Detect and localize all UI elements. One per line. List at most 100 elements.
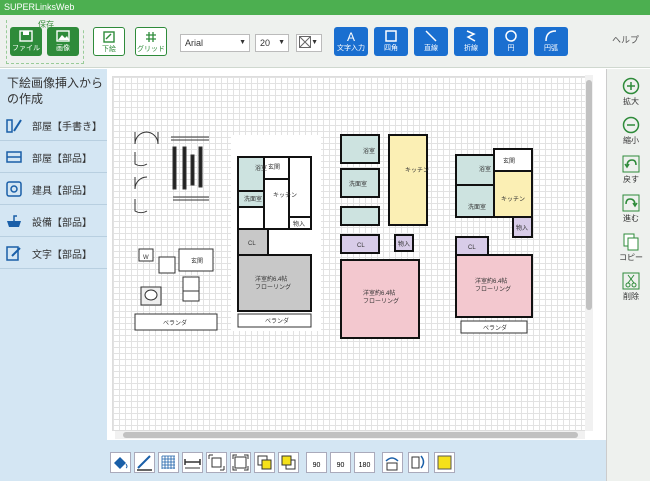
rotate-right-icon: 90 — [336, 462, 345, 469]
flip-vertical-button[interactable] — [382, 452, 403, 473]
resize-button[interactable] — [206, 452, 227, 473]
paint-bucket-icon — [114, 457, 128, 469]
size-select[interactable]: 20 ▼ — [255, 34, 289, 52]
sidebar-item-room-parts[interactable]: 部屋【部品】 — [0, 141, 107, 173]
rotate-left-90-button[interactable]: 90 — [306, 452, 327, 473]
fill-color-select[interactable]: ▼ — [296, 34, 322, 52]
zoom-in-button[interactable]: 拡大 — [613, 77, 649, 113]
floor-plan-finished[interactable] — [455, 148, 533, 334]
grid-button-label: グリッド — [137, 46, 165, 53]
western-room-label: 洋室約6.4帖 — [475, 277, 507, 285]
dimension-button[interactable] — [182, 452, 203, 473]
font-select[interactable]: Arial ▼ — [180, 34, 250, 52]
scrollbar-thumb[interactable] — [123, 432, 578, 438]
kitchen-label: キッチン — [501, 196, 525, 203]
line-icon — [425, 30, 437, 42]
image-icon — [56, 30, 70, 42]
w-label: W — [143, 255, 149, 261]
rotate-right-90-button[interactable]: 90 — [330, 452, 351, 473]
pattern-button[interactable] — [158, 452, 179, 473]
flip-horizontal-button[interactable] — [408, 452, 429, 473]
sidebar-item-label: 部屋【部品】 — [32, 154, 92, 165]
image-button[interactable]: 画像 — [47, 27, 79, 56]
file-button[interactable]: ファイル — [10, 27, 42, 56]
file-button-label: ファイル — [12, 45, 40, 52]
entrance-label: 玄関 — [191, 257, 203, 265]
square-button-label: 四角 — [384, 45, 398, 52]
flip-horizontal-icon — [411, 455, 425, 469]
horizontal-scrollbar[interactable] — [115, 431, 585, 439]
delete-label: 削除 — [623, 292, 639, 301]
text-input-button[interactable]: A 文字入力 — [334, 27, 368, 56]
copy-label: コピー — [619, 253, 643, 262]
grid-pattern-icon — [161, 455, 175, 469]
balcony-label: ベランダ — [265, 317, 289, 325]
line-button-label: 直線 — [424, 45, 438, 52]
redo-label: 進む — [623, 214, 639, 223]
delete-button[interactable]: 削除 — [613, 272, 649, 308]
color-swatch-icon — [437, 455, 452, 470]
send-back-button[interactable] — [278, 452, 299, 473]
bring-front-icon — [257, 455, 272, 470]
polyline-icon — [466, 30, 476, 42]
equipment-parts-palette[interactable] — [134, 248, 218, 331]
balcony-label: ベランダ — [163, 319, 187, 327]
closet-label: CL — [468, 245, 476, 251]
floor-plan-parts[interactable] — [340, 134, 428, 339]
drawing-area: W 玄関 ベランダ 浴室 玄関 洗面室 キッチン 物入 CL 洋室約6.4帖 フ… — [107, 69, 606, 440]
line-button[interactable]: 直線 — [414, 27, 448, 56]
floor-plan-canvas[interactable]: W 玄関 ベランダ 浴室 玄関 洗面室 キッチン 物入 CL 洋室約6.4帖 フ… — [112, 76, 592, 431]
undo-button[interactable]: 戻す — [613, 155, 649, 191]
balcony-label: ベランダ — [483, 324, 507, 332]
sidebar-item-room-handwritten[interactable]: 部屋【手書き】 — [0, 109, 107, 141]
arc-button[interactable]: 円弧 — [534, 27, 568, 56]
send-back-icon — [281, 455, 296, 470]
redo-button[interactable]: 進む — [613, 194, 649, 230]
floor-plan-drawing: W 玄関 ベランダ 浴室 玄関 洗面室 キッチン 物入 CL 洋室約6.4帖 フ… — [134, 131, 533, 339]
bottom-toolbar: 90 90 180 — [107, 440, 606, 481]
save-icon — [19, 30, 33, 42]
fill-bucket-button[interactable] — [110, 452, 131, 473]
text-input-button-label: 文字入力 — [337, 45, 365, 52]
sidebar-item-equipment-parts[interactable]: 設備【部品】 — [0, 205, 107, 237]
circle-button[interactable]: 円 — [494, 27, 528, 56]
rotate-left-icon: 90 — [312, 462, 321, 469]
rotate-180-button[interactable]: 180 — [354, 452, 375, 473]
resize-icon — [208, 454, 225, 471]
vertical-scrollbar[interactable] — [585, 75, 593, 431]
line-color-button[interactable] — [134, 452, 155, 473]
underlay-button[interactable]: 下絵 — [93, 27, 125, 56]
washroom-label: 洗面室 — [244, 195, 262, 203]
grid-button[interactable]: グリッド — [135, 27, 167, 56]
bring-front-button[interactable] — [254, 452, 275, 473]
square-button[interactable]: 四角 — [374, 27, 408, 56]
square-icon — [385, 30, 397, 42]
copy-button[interactable]: コピー — [613, 233, 649, 269]
color-button[interactable] — [434, 452, 455, 473]
sidebar-item-text-parts[interactable]: 文字【部品】 — [0, 237, 107, 269]
entrance-label: 玄関 — [503, 157, 515, 165]
zoom-out-button[interactable]: 縮小 — [613, 116, 649, 152]
kitchen-label: キッチン — [273, 192, 297, 199]
no-fill-icon — [298, 35, 312, 49]
entrance-label: 玄関 — [268, 163, 280, 171]
zoom-out-icon — [622, 116, 640, 134]
edit-text-icon — [6, 246, 21, 261]
arc-button-label: 円弧 — [544, 45, 558, 52]
sidebar-item-fittings-parts[interactable]: 建具【部品】 — [0, 173, 107, 205]
help-link[interactable]: ヘルプ — [612, 33, 639, 46]
flooring-label: フローリング — [363, 297, 399, 305]
left-sidebar: 下絵画像挿入からの作成 部屋【手書き】 部屋【部品】 建具【部品】 設備【部品】… — [0, 69, 107, 481]
polyline-button[interactable]: 折線 — [454, 27, 488, 56]
undo-icon — [622, 155, 640, 173]
washroom-label: 洗面室 — [349, 180, 367, 188]
undo-label: 戻す — [623, 175, 639, 184]
main-toolbar: 保存 ファイル 画像 下絵 グリッド Arial ▼ 20 ▼ ▼ A 文字入力… — [0, 15, 650, 68]
fit-button[interactable] — [230, 452, 251, 473]
door-parts-palette[interactable] — [134, 131, 209, 214]
scrollbar-thumb[interactable] — [586, 80, 592, 310]
sidebar-item-label: 建具【部品】 — [32, 186, 92, 197]
bath-label: 浴室 — [255, 164, 267, 172]
zoom-in-icon — [622, 77, 640, 95]
app-title-bar: SUPERLinksWeb — [0, 0, 650, 15]
